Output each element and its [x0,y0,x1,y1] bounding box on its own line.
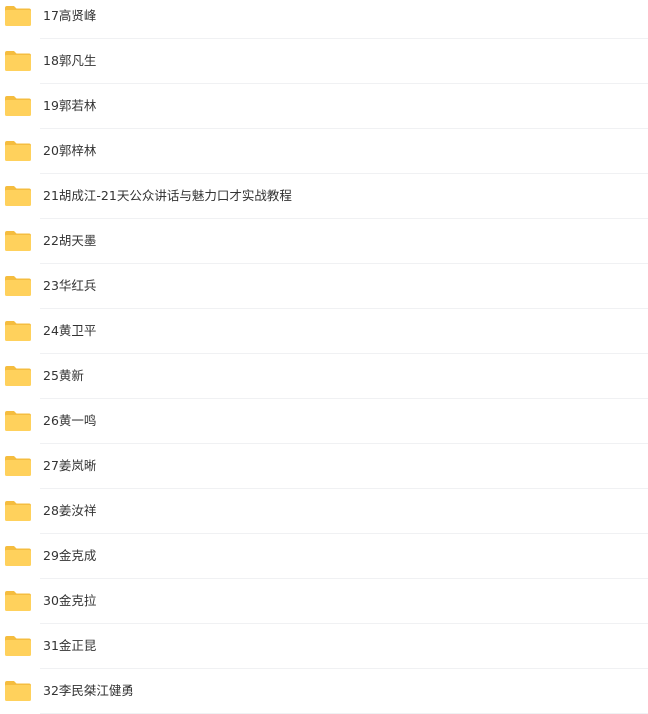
folder-icon [4,50,32,72]
folder-icon [4,140,32,162]
folder-row[interactable]: 31金正昆 [0,624,648,669]
folder-row[interactable]: 28姜汝祥 [0,489,648,534]
folder-name[interactable]: 21胡成江-21天公众讲话与魅力口才实战教程 [43,187,292,205]
folder-icon [4,545,32,567]
folder-icon [4,680,32,702]
folder-icon [4,500,32,522]
folder-row[interactable]: 18郭凡生 [0,39,648,84]
file-list: 17高贤峰 18郭凡生 19郭若林 20郭梓林 21胡成江-21天公众讲话与魅力… [0,0,648,714]
folder-icon [4,320,32,342]
folder-name[interactable]: 23华红兵 [43,277,96,295]
folder-row[interactable]: 26黄一鸣 [0,399,648,444]
folder-name[interactable]: 28姜汝祥 [43,502,96,520]
folder-icon [4,185,32,207]
folder-name[interactable]: 31金正昆 [43,637,96,655]
folder-icon [4,230,32,252]
folder-row[interactable]: 22胡天墨 [0,219,648,264]
folder-name[interactable]: 24黄卫平 [43,322,96,340]
folder-name[interactable]: 20郭梓林 [43,142,96,160]
folder-name[interactable]: 19郭若林 [43,97,96,115]
folder-row[interactable]: 32李民桀江健勇 [0,669,648,714]
folder-icon [4,95,32,117]
folder-row[interactable]: 25黄新 [0,354,648,399]
folder-row[interactable]: 21胡成江-21天公众讲话与魅力口才实战教程 [0,174,648,219]
folder-row[interactable]: 20郭梓林 [0,129,648,174]
folder-row[interactable]: 27姜岚晰 [0,444,648,489]
folder-name[interactable]: 30金克拉 [43,592,96,610]
folder-row[interactable]: 19郭若林 [0,84,648,129]
folder-name[interactable]: 29金克成 [43,547,96,565]
folder-name[interactable]: 17高贤峰 [43,7,96,25]
folder-row[interactable]: 23华红兵 [0,264,648,309]
folder-row[interactable]: 24黄卫平 [0,309,648,354]
folder-name[interactable]: 22胡天墨 [43,232,96,250]
folder-name[interactable]: 25黄新 [43,367,84,385]
folder-icon [4,275,32,297]
folder-name[interactable]: 32李民桀江健勇 [43,682,134,700]
folder-icon [4,365,32,387]
folder-icon [4,5,32,27]
folder-icon [4,590,32,612]
folder-name[interactable]: 27姜岚晰 [43,457,96,475]
folder-icon [4,455,32,477]
folder-row[interactable]: 17高贤峰 [0,0,648,39]
folder-name[interactable]: 18郭凡生 [43,52,96,70]
folder-name[interactable]: 26黄一鸣 [43,412,96,430]
folder-icon [4,635,32,657]
folder-row[interactable]: 29金克成 [0,534,648,579]
folder-row[interactable]: 30金克拉 [0,579,648,624]
folder-icon [4,410,32,432]
